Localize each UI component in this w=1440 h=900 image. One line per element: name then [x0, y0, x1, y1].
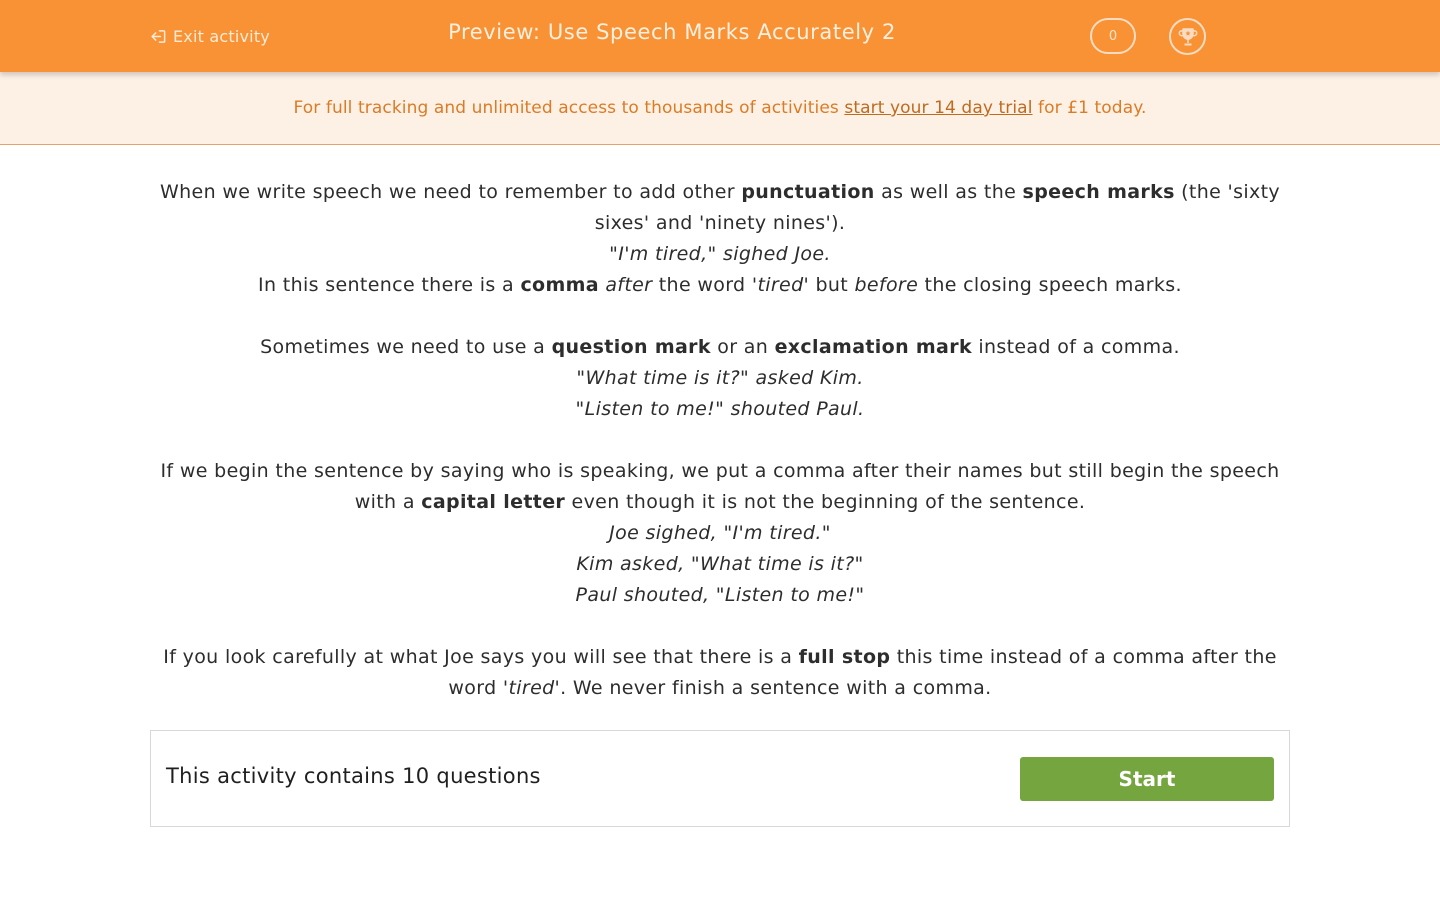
lesson-paragraph: If we begin the sentence by saying who i… — [160, 460, 1280, 513]
lesson-paragraph: When we write speech we need to remember… — [160, 181, 1280, 234]
lesson-content: When we write speech we need to remember… — [150, 177, 1290, 704]
trophy-icon — [1176, 25, 1200, 49]
example-sentence: Paul shouted, "Listen to me!" — [575, 584, 865, 606]
score-badge: 0 — [1090, 18, 1136, 54]
banner-text: For full tracking and unlimited access t… — [293, 98, 845, 118]
example-sentence: Kim asked, "What time is it?" — [576, 553, 864, 575]
top-bar: Exit activity Preview: Use Speech Marks … — [0, 0, 1440, 72]
keyword: capital letter — [421, 491, 566, 513]
trial-banner: For full tracking and unlimited access t… — [0, 72, 1440, 145]
banner-text-end: for £1 today. — [1032, 98, 1147, 118]
keyword: speech marks — [1022, 181, 1175, 203]
example-sentence: "Listen to me!" shouted Paul. — [575, 398, 865, 420]
start-button[interactable]: Start — [1020, 757, 1274, 801]
example-sentence: "I'm tired," sighed Joe. — [609, 243, 831, 265]
keyword: full stop — [798, 646, 891, 668]
keyword: question mark — [551, 336, 711, 358]
lesson-paragraph: If you look carefully at what Joe says y… — [163, 646, 1277, 699]
start-trial-link[interactable]: start your 14 day trial — [844, 98, 1032, 118]
lesson-paragraph: In this sentence there is a comma after … — [258, 274, 1182, 296]
lesson-paragraph: Sometimes we need to use a question mark… — [260, 336, 1180, 358]
example-sentence: "What time is it?" asked Kim. — [576, 367, 864, 389]
activity-start-panel: This activity contains 10 questions Star… — [150, 730, 1290, 827]
keyword: punctuation — [741, 181, 875, 203]
trophy-button[interactable] — [1169, 18, 1206, 55]
keyword: comma — [520, 274, 599, 296]
page-title: Preview: Use Speech Marks Accurately 2 — [448, 20, 896, 44]
example-sentence: Joe sighed, "I'm tired." — [609, 522, 831, 544]
keyword: exclamation mark — [774, 336, 972, 358]
question-count-text: This activity contains 10 questions — [166, 764, 541, 788]
